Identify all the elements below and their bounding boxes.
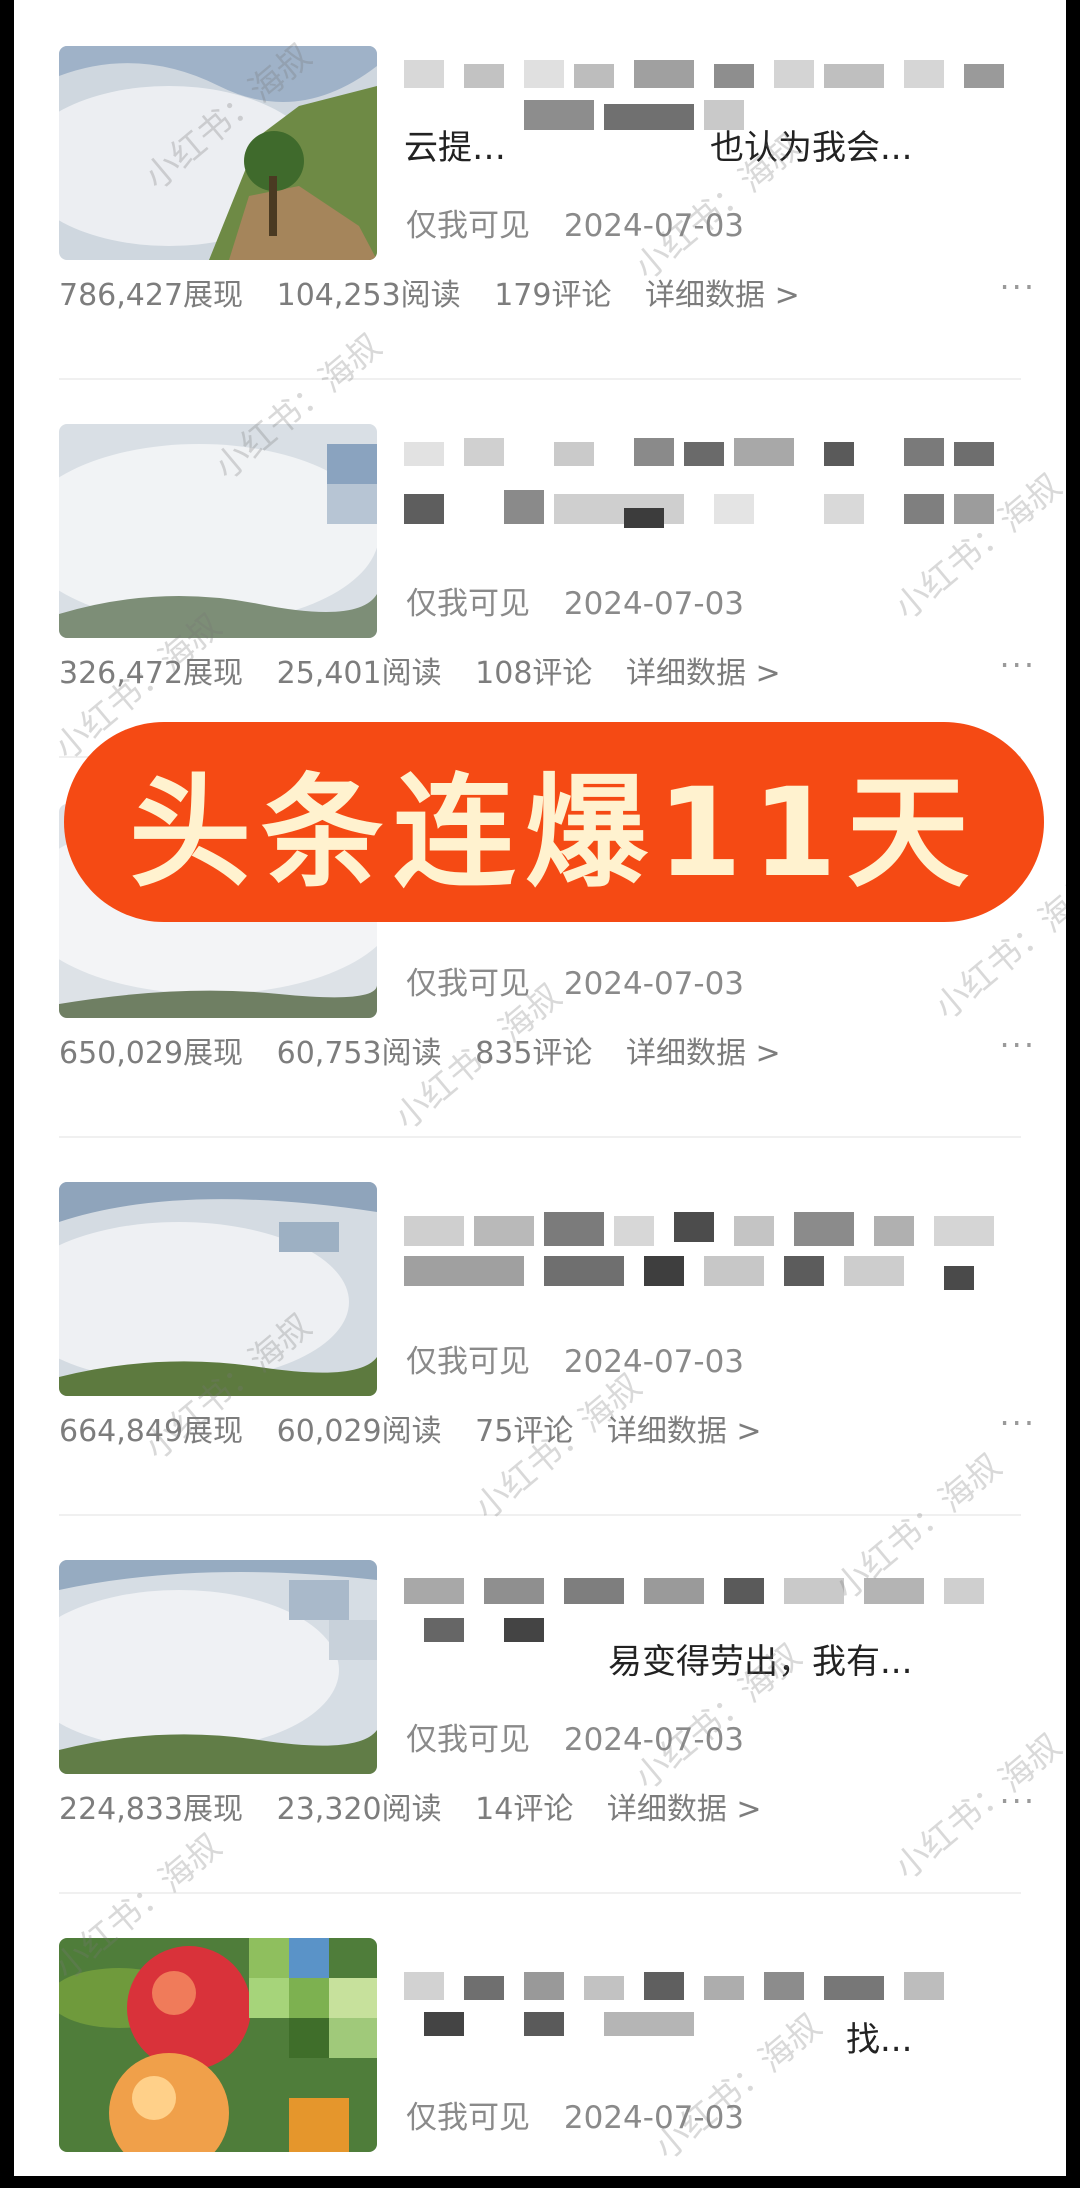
article-thumbnail[interactable] xyxy=(59,1938,377,2152)
comments-count: 835评论 xyxy=(475,1036,593,1071)
article-thumbnail[interactable] xyxy=(59,804,377,1018)
article-thumbnail[interactable] xyxy=(59,1560,377,1774)
article-title[interactable]: ... xyxy=(404,818,1024,938)
comments-count: 14评论 xyxy=(475,1792,574,1827)
visibility-label: 仅我可见 xyxy=(406,966,530,1002)
article-stats: 664,849展现 60,029阅读 75评论 详细数据 > xyxy=(59,1406,786,1450)
visibility-label: 仅我可见 xyxy=(406,1344,530,1380)
publish-date: 2024-07-03 xyxy=(563,208,745,244)
article-thumbnail[interactable] xyxy=(59,424,377,638)
more-options-icon[interactable]: ··· xyxy=(999,268,1036,306)
article-stats: 326,472展现 25,401阅读 108评论 详细数据 > xyxy=(59,648,805,692)
article-title[interactable] xyxy=(404,1196,1024,1316)
article-meta: 仅我可见 2024-07-03 xyxy=(406,958,768,1003)
more-options-icon[interactable]: ··· xyxy=(999,1782,1036,1820)
comments-count: 179评论 xyxy=(494,278,612,313)
article-title[interactable]: 云提… 也认为我会... xyxy=(404,60,1024,180)
article-item[interactable]: 找... 仅我可见 2024-07-03 xyxy=(14,1892,1066,2176)
details-link[interactable]: 详细数据 > xyxy=(626,1036,781,1071)
publish-date: 2024-07-03 xyxy=(563,966,745,1002)
article-item[interactable]: 云提… 也认为我会... 仅我可见 2024-07-03 786,427展现 1… xyxy=(14,0,1066,380)
reads-count: 23,320阅读 xyxy=(276,1792,442,1827)
reads-count: 25,401阅读 xyxy=(276,656,442,691)
visibility-label: 仅我可见 xyxy=(406,208,530,244)
article-title[interactable]: 找... xyxy=(404,1952,1024,2072)
article-meta: 仅我可见 2024-07-03 xyxy=(406,1336,768,1381)
title-text-line xyxy=(404,1256,1024,1312)
article-meta: 仅我可见 2024-07-03 xyxy=(406,2092,768,2137)
article-title[interactable] xyxy=(404,438,1024,558)
publish-date: 2024-07-03 xyxy=(563,2100,745,2136)
article-item[interactable]: 易变得劳出，我有... 仅我可见 2024-07-03 224,833展现 23… xyxy=(14,1514,1066,1894)
more-options-icon[interactable]: ··· xyxy=(999,646,1036,684)
article-meta: 仅我可见 2024-07-03 xyxy=(406,1714,768,1759)
impressions-count: 664,849展现 xyxy=(59,1414,244,1449)
impressions-count: 650,029展现 xyxy=(59,1036,244,1071)
article-item[interactable]: ... 仅我可见 2024-07-03 650,029展现 60,753阅读 8… xyxy=(14,758,1066,1138)
more-options-icon[interactable]: ··· xyxy=(999,1026,1036,1064)
article-meta: 仅我可见 2024-07-03 xyxy=(406,200,768,245)
article-stats: 224,833展现 23,320阅读 14评论 详细数据 > xyxy=(59,1784,786,1828)
impressions-count: 326,472展现 xyxy=(59,656,244,691)
comments-count: 108评论 xyxy=(475,656,593,691)
details-link[interactable]: 详细数据 > xyxy=(626,656,781,691)
article-title[interactable]: 易变得劳出，我有... xyxy=(404,1574,1024,1694)
title-text-line: ... xyxy=(404,886,437,926)
article-item[interactable]: 仅我可见 2024-07-03 664,849展现 60,029阅读 75评论 … xyxy=(14,1136,1066,1516)
publish-date: 2024-07-03 xyxy=(563,1722,745,1758)
reads-count: 60,029阅读 xyxy=(276,1414,442,1449)
article-thumbnail[interactable] xyxy=(59,1182,377,1396)
article-list-screen: 云提… 也认为我会... 仅我可见 2024-07-03 786,427展现 1… xyxy=(14,0,1066,2176)
comments-count: 75评论 xyxy=(475,1414,574,1449)
more-options-icon[interactable]: ··· xyxy=(999,1404,1036,1442)
publish-date: 2024-07-03 xyxy=(563,1344,745,1380)
article-thumbnail[interactable] xyxy=(59,46,377,260)
visibility-label: 仅我可见 xyxy=(406,586,530,622)
visibility-label: 仅我可见 xyxy=(406,1722,530,1758)
details-link[interactable]: 详细数据 > xyxy=(607,1414,762,1449)
article-item[interactable]: 仅我可见 2024-07-03 326,472展现 25,401阅读 108评论… xyxy=(14,378,1066,758)
details-link[interactable]: 详细数据 > xyxy=(607,1792,762,1827)
title-text-line: 云提… 也认为我会... xyxy=(404,128,913,168)
article-meta: 仅我可见 2024-07-03 xyxy=(406,578,768,623)
title-text-line: 找... xyxy=(404,2020,913,2060)
article-stats: 650,029展现 60,753阅读 835评论 详细数据 > xyxy=(59,1028,805,1072)
title-text-line xyxy=(404,498,1024,554)
details-link[interactable]: 详细数据 > xyxy=(645,278,800,313)
visibility-label: 仅我可见 xyxy=(406,2100,530,2136)
article-stats: 786,427展现 104,253阅读 179评论 详细数据 > xyxy=(59,270,824,314)
reads-count: 60,753阅读 xyxy=(276,1036,442,1071)
impressions-count: 786,427展现 xyxy=(59,278,244,313)
title-text-line: 易变得劳出，我有... xyxy=(404,1642,913,1682)
publish-date: 2024-07-03 xyxy=(563,586,745,622)
impressions-count: 224,833展现 xyxy=(59,1792,244,1827)
reads-count: 104,253阅读 xyxy=(276,278,461,313)
